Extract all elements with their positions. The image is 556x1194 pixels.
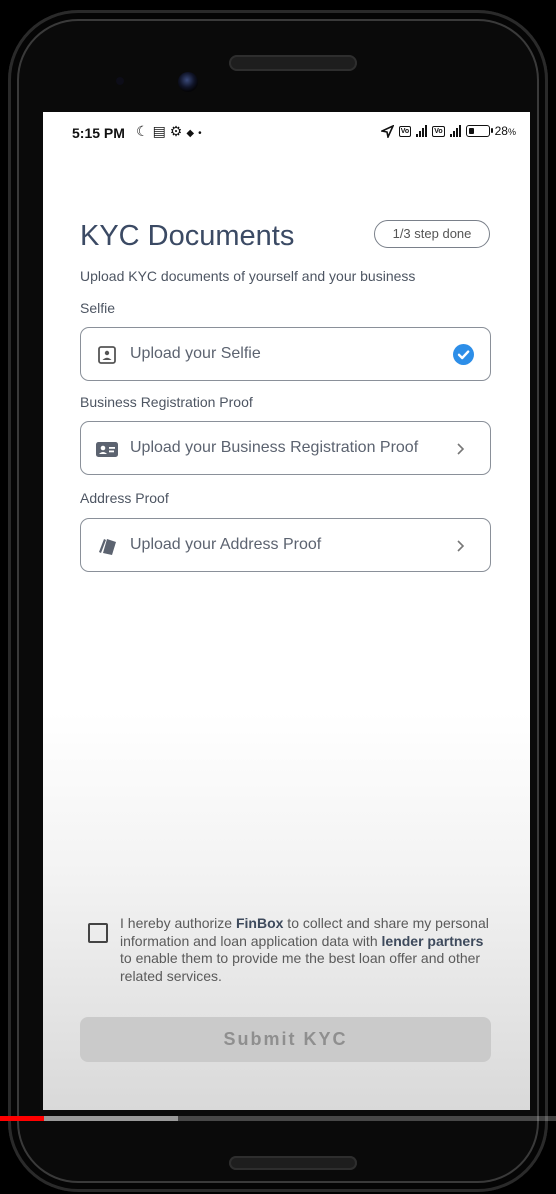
4g-signal-icon	[416, 125, 428, 137]
battery-icon	[465, 125, 493, 137]
consent-checkbox[interactable]	[88, 923, 108, 943]
app-screen: 5:15 PM ☾▤⚙◆• Vo Vo 28% KYC Documents 1/…	[43, 112, 530, 1110]
completed-check-icon	[453, 344, 474, 365]
gear-icon: ⚙	[169, 123, 187, 139]
finbox-brand: FinBox	[235, 915, 284, 931]
step-progress-badge: 1/3 step done	[374, 220, 490, 248]
status-bar: 5:15 PM ☾▤⚙◆• Vo Vo 28%	[43, 112, 530, 152]
battery-fill	[468, 128, 474, 134]
upload-business-registration-card[interactable]: Upload your Business Registration Proof	[80, 421, 491, 475]
upload-selfie-text: Upload your Selfie	[130, 345, 261, 362]
upload-selfie-card[interactable]: Upload your Selfie	[80, 327, 491, 381]
chevron-right-icon	[457, 443, 465, 455]
dot-icon: •	[198, 128, 206, 139]
portrait-icon	[98, 346, 116, 364]
selfie-label: Selfie	[80, 300, 116, 316]
navigation-icon: ◆	[186, 128, 199, 139]
lender-partners-link[interactable]: lender partners	[382, 933, 484, 949]
id-card-icon	[96, 442, 118, 457]
submit-kyc-button[interactable]: Submit KYC	[80, 1017, 491, 1062]
message-icon: ▤	[152, 123, 170, 139]
moon-icon: ☾	[136, 123, 153, 139]
upload-business-registration-text: Upload your Business Registration Proof	[130, 439, 419, 456]
page-title: KYC Documents	[80, 220, 295, 252]
status-left-icons: ☾▤⚙◆•	[136, 123, 206, 140]
upload-address-proof-card[interactable]: Upload your Address Proof	[80, 518, 491, 572]
bottom-speaker	[229, 1156, 357, 1170]
video-played-bar	[0, 1116, 45, 1121]
status-right-icons: Vo Vo 28%	[380, 124, 516, 138]
consent-text: I hereby authorize FinBox to collect and…	[120, 915, 489, 984]
upload-address-proof-text: Upload your Address Proof	[130, 536, 322, 553]
status-time: 5:15 PM	[72, 125, 125, 141]
volte-icon: Vo	[398, 125, 412, 137]
business-registration-label: Business Registration Proof	[80, 394, 253, 410]
page-subtitle: Upload KYC documents of yourself and you…	[80, 268, 416, 284]
chevron-right-icon	[457, 540, 465, 552]
battery-percent: 28%	[494, 124, 516, 138]
location-arrow-icon	[380, 124, 394, 138]
signal-icon	[449, 125, 461, 137]
front-camera	[178, 72, 198, 92]
earpiece-speaker	[229, 55, 357, 71]
address-proof-label: Address Proof	[80, 490, 169, 506]
video-progress-bar[interactable]	[0, 1116, 556, 1121]
document-icon	[99, 539, 116, 555]
volte-icon: Vo	[432, 125, 445, 137]
proximity-sensor	[116, 77, 124, 85]
